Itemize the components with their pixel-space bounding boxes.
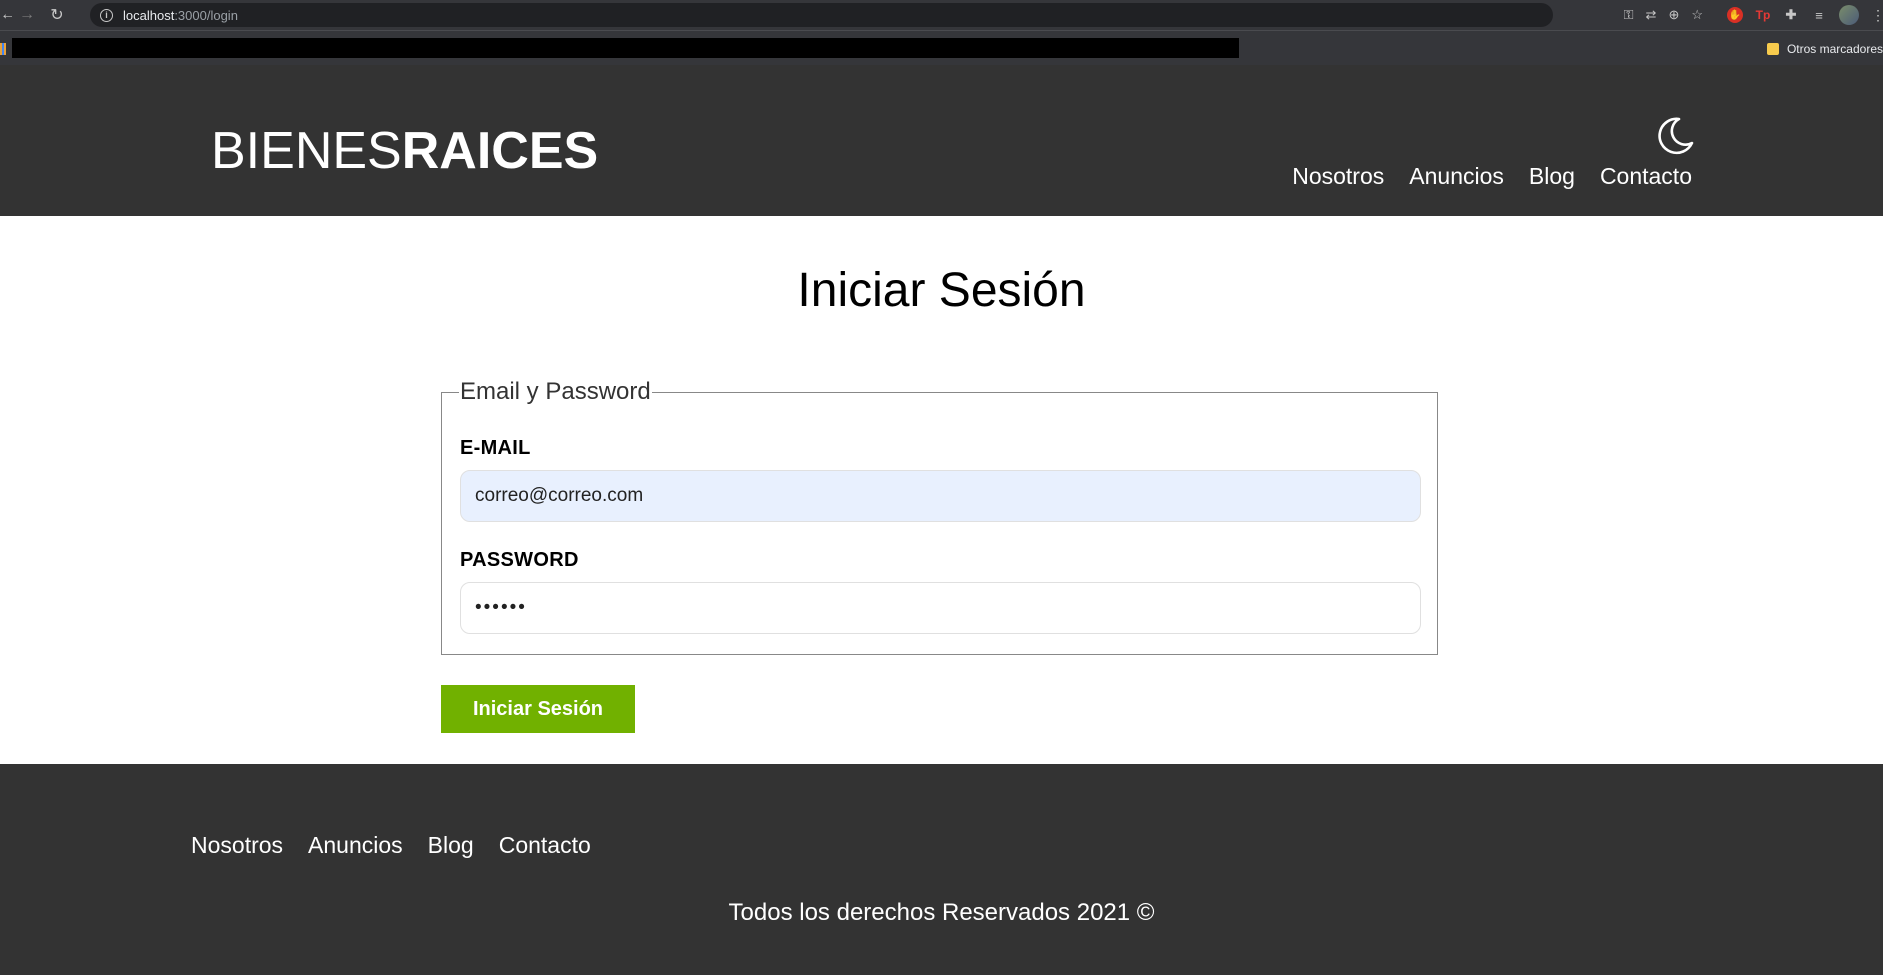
footer-nav: Nosotros Anuncios Blog Contacto xyxy=(191,832,591,859)
info-icon[interactable]: i xyxy=(100,8,113,22)
password-field[interactable] xyxy=(460,582,1421,634)
header-nav-contacto[interactable]: Contacto xyxy=(1600,163,1692,190)
header-nav-blog[interactable]: Blog xyxy=(1529,163,1575,190)
menu-dots-icon[interactable]: ⋮ xyxy=(1871,7,1879,24)
header-nav-anuncios[interactable]: Anuncios xyxy=(1409,163,1504,190)
credentials-fieldset: Email y Password E-MAIL PASSWORD xyxy=(441,380,1438,655)
url-path: :3000/login xyxy=(174,7,238,23)
profile-avatar[interactable] xyxy=(1839,5,1859,25)
logo-bold-text: RAICES xyxy=(401,122,599,180)
footer-nav-blog[interactable]: Blog xyxy=(428,832,474,859)
bookmark-folder-label: Otros marcadores xyxy=(1786,41,1883,56)
reload-icon[interactable]: ↻ xyxy=(42,0,72,30)
extension-tp-icon[interactable]: Tp xyxy=(1755,7,1771,23)
back-arrow-icon[interactable]: ← xyxy=(0,0,12,30)
footer-nav-contacto[interactable]: Contacto xyxy=(499,832,591,859)
logo-light-text: BIENES xyxy=(211,122,402,180)
url-host: localhost xyxy=(123,7,175,23)
site-logo[interactable]: BIENESRAICES xyxy=(211,125,598,177)
folder-icon xyxy=(1766,42,1779,55)
footer-nav-anuncios[interactable]: Anuncios xyxy=(308,832,403,859)
bookmarks-bar: Otros marcadores xyxy=(0,30,1883,65)
header-nav: Nosotros Anuncios Blog Contacto xyxy=(1292,163,1692,190)
copyright-text: Todos los derechos Reservados 2021 © xyxy=(728,899,1155,926)
login-form: Email y Password E-MAIL PASSWORD xyxy=(441,380,1441,655)
email-label: E-MAIL xyxy=(460,437,531,459)
forward-arrow-icon[interactable]: → xyxy=(12,0,42,30)
moon-icon[interactable] xyxy=(1655,115,1695,155)
puzzle-icon[interactable]: ✚ xyxy=(1783,7,1799,23)
translate-icon[interactable]: ⇄ xyxy=(1646,7,1657,23)
bookmark-folder-other[interactable]: Otros marcadores xyxy=(1766,31,1883,66)
fieldset-legend: Email y Password xyxy=(460,378,651,405)
login-submit-button[interactable]: Iniciar Sesión xyxy=(441,685,635,733)
extension-hand-icon[interactable]: ✋ xyxy=(1727,7,1743,23)
password-label: PASSWORD xyxy=(460,549,579,571)
key-icon[interactable]: ⚿ xyxy=(1624,7,1634,23)
playlist-icon[interactable]: ≡ xyxy=(1811,7,1827,23)
email-field[interactable] xyxy=(460,470,1421,522)
redacted-bookmarks xyxy=(12,38,1239,58)
page-title: Iniciar Sesión xyxy=(797,264,1086,317)
site-header: BIENESRAICES Nosotros Anuncios Blog Cont… xyxy=(0,65,1883,216)
header-nav-nosotros[interactable]: Nosotros xyxy=(1292,163,1384,190)
star-icon[interactable]: ☆ xyxy=(1691,7,1703,23)
address-bar[interactable]: i localhost:3000/login xyxy=(90,3,1553,27)
apps-icon[interactable] xyxy=(0,43,6,55)
footer-nav-nosotros[interactable]: Nosotros xyxy=(191,832,283,859)
site-footer: Nosotros Anuncios Blog Contacto Todos lo… xyxy=(0,764,1883,975)
browser-toolbar: ← → ↻ i localhost:3000/login ⚿ ⇄ ⊕ ☆ ✋ T… xyxy=(0,0,1883,30)
zoom-icon[interactable]: ⊕ xyxy=(1668,7,1679,23)
